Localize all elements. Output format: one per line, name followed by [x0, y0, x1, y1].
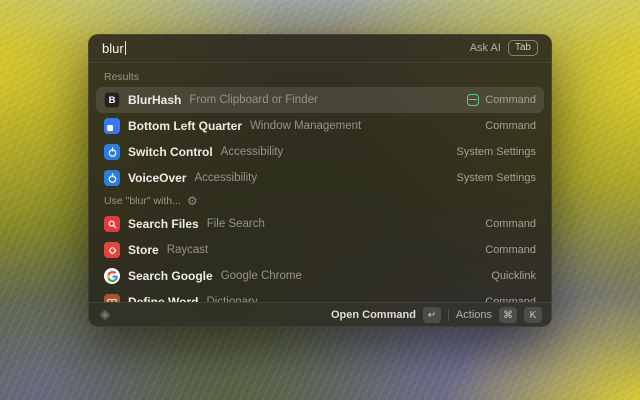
gear-icon[interactable]: ⚙	[187, 195, 198, 207]
results-list[interactable]: Results B BlurHash From Clipboard or Fin…	[88, 63, 552, 302]
window-quarter-icon	[104, 118, 120, 134]
item-subtitle: Window Management	[250, 120, 361, 132]
dictionary-icon	[104, 294, 120, 302]
raycast-store-icon	[104, 242, 120, 258]
list-item-switch-control[interactable]: Switch Control Accessibility System Sett…	[96, 139, 544, 165]
item-subtitle: Raycast	[167, 244, 209, 256]
accessibility-icon	[104, 170, 120, 186]
actions-button[interactable]: Actions	[456, 309, 492, 321]
item-title: VoiceOver	[128, 171, 186, 185]
list-item-search-google[interactable]: Search Google Google Chrome Quicklink	[96, 263, 544, 289]
list-item-bottom-left-quarter[interactable]: Bottom Left Quarter Window Management Co…	[96, 113, 544, 139]
list-item-define-word[interactable]: Define Word Dictionary Command	[96, 289, 544, 302]
open-command-button[interactable]: Open Command	[331, 309, 416, 321]
list-item-voiceover[interactable]: VoiceOver Accessibility System Settings	[96, 165, 544, 191]
blurhash-icon-letter: B	[109, 95, 116, 106]
item-type: Command	[485, 120, 536, 132]
cmd-key-badge: ⌘	[499, 307, 517, 323]
raycast-logo-icon	[99, 309, 110, 320]
blurhash-icon: B	[104, 92, 120, 108]
file-search-icon	[104, 216, 120, 232]
text-caret	[125, 41, 127, 55]
item-title: Store	[128, 243, 159, 257]
section-header-results: Results	[96, 67, 544, 87]
section-header-use-with: Use "blur" with... ⚙	[96, 191, 544, 211]
item-title: Search Google	[128, 269, 213, 283]
section-header-label: Use "blur" with...	[104, 195, 181, 207]
item-title: BlurHash	[128, 93, 181, 107]
action-bar: Open Command ↵ Actions ⌘ K	[88, 302, 552, 327]
k-key-badge: K	[524, 307, 542, 323]
item-type: System Settings	[457, 172, 536, 184]
item-subtitle: Accessibility	[194, 172, 257, 184]
item-title: Switch Control	[128, 145, 213, 159]
return-key-badge: ↵	[423, 307, 441, 323]
list-item-search-files[interactable]: Search Files File Search Command	[96, 211, 544, 237]
item-title: Define Word	[128, 295, 198, 302]
item-subtitle: From Clipboard or Finder	[189, 94, 317, 106]
search-input[interactable]: blur	[102, 41, 124, 56]
google-icon	[104, 268, 120, 284]
item-title: Search Files	[128, 217, 199, 231]
list-item-blurhash[interactable]: B BlurHash From Clipboard or Finder Comm…	[96, 87, 544, 113]
extension-card-icon	[467, 94, 479, 106]
tab-key-badge: Tab	[508, 40, 538, 56]
item-title: Bottom Left Quarter	[128, 119, 242, 133]
item-type: Command	[485, 244, 536, 256]
item-type: Quicklink	[491, 270, 536, 282]
footer-divider	[448, 309, 449, 321]
item-subtitle: Accessibility	[221, 146, 284, 158]
accessibility-icon	[104, 144, 120, 160]
section-header-label: Results	[104, 71, 139, 83]
item-type: System Settings	[457, 146, 536, 158]
search-bar[interactable]: blur Ask AI Tab	[88, 34, 552, 63]
item-type: Command	[485, 94, 536, 106]
list-item-store[interactable]: Store Raycast Command	[96, 237, 544, 263]
raycast-launcher-window: blur Ask AI Tab Results B BlurHash From …	[88, 34, 552, 327]
item-subtitle: Google Chrome	[221, 270, 302, 282]
ask-ai-label[interactable]: Ask AI	[470, 42, 501, 54]
item-subtitle: File Search	[207, 218, 265, 230]
item-type: Command	[485, 218, 536, 230]
